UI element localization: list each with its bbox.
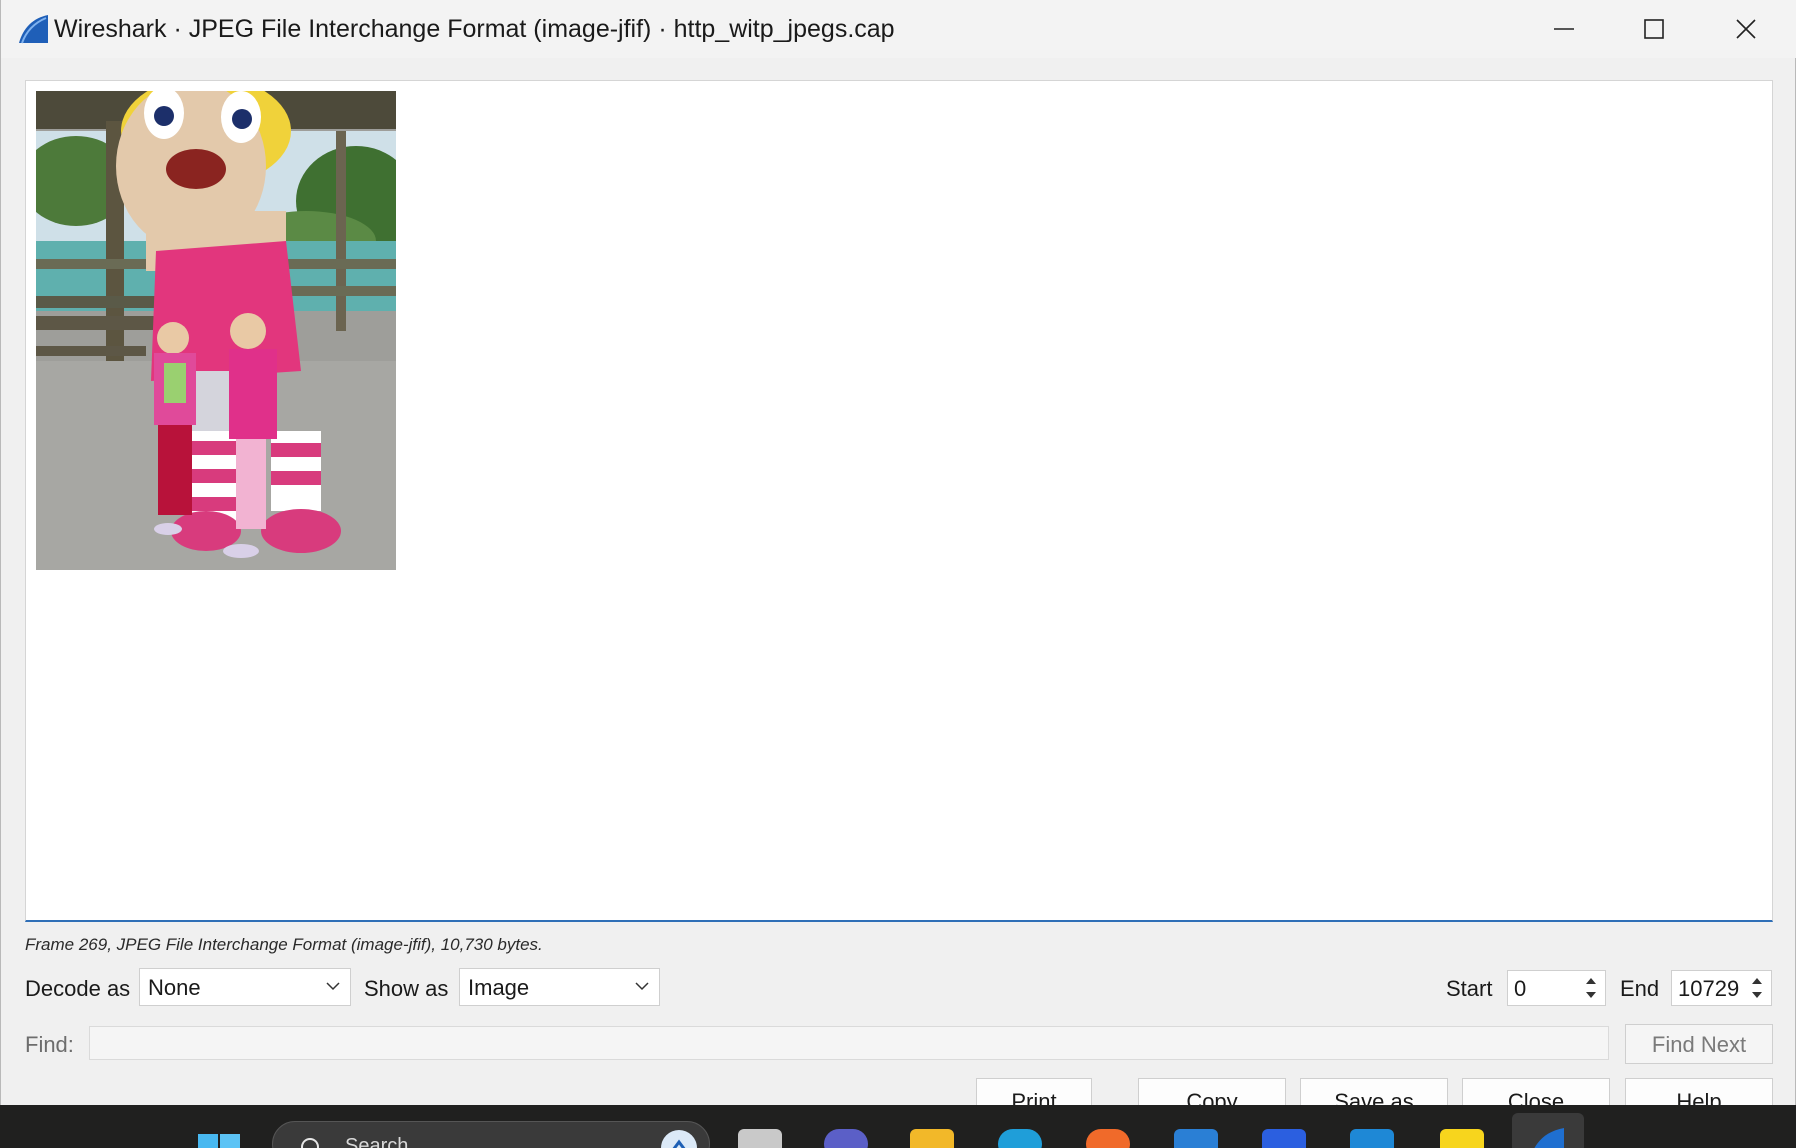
end-label: End (1620, 976, 1660, 1001)
content-viewer[interactable] (25, 80, 1773, 922)
minimize-button[interactable] (1519, 0, 1609, 58)
taskbar-search-text: Search (345, 1135, 409, 1148)
decode-as-label: Decode as (25, 976, 131, 1001)
copy-button[interactable]: Copy (1138, 1078, 1286, 1105)
store-icon[interactable] (1174, 1129, 1218, 1148)
file-explorer-icon[interactable] (910, 1129, 954, 1148)
end-spinbox[interactable]: 10729 (1671, 970, 1772, 1006)
window-title: Wireshark · JPEG File Interchange Format… (54, 15, 895, 43)
start-label: Start (1446, 976, 1493, 1001)
search-icon (301, 1138, 319, 1148)
frame-status: Frame 269, JPEG File Interchange Format … (25, 935, 543, 954)
show-as-select[interactable]: Image (459, 968, 660, 1006)
jpeg-image (36, 91, 396, 570)
windows-start-icon[interactable] (196, 1130, 244, 1148)
spin-arrows-icon[interactable] (1745, 973, 1769, 1003)
find-next-button[interactable]: Find Next (1625, 1024, 1773, 1064)
find-label: Find: (25, 1032, 74, 1057)
minimize-icon (1554, 28, 1574, 30)
decode-as-value: None (148, 975, 201, 1000)
firefox-icon[interactable] (1086, 1129, 1130, 1148)
close-button[interactable]: Close (1462, 1078, 1610, 1105)
dialog-button-row: Print Copy Save as Close Help (1, 1078, 1796, 1105)
decoded-image (36, 91, 396, 570)
save-as-button[interactable]: Save as (1300, 1078, 1448, 1105)
start-value: 0 (1514, 976, 1527, 1001)
maximize-icon (1644, 19, 1664, 39)
decode-as-select[interactable]: None (139, 968, 351, 1006)
find-input[interactable] (89, 1026, 1609, 1060)
wireshark-fin-icon (19, 15, 48, 44)
taskbar: Search (0, 1105, 1796, 1148)
close-window-button[interactable] (1701, 0, 1791, 58)
show-as-value: Image (468, 975, 530, 1000)
close-icon (1736, 19, 1756, 39)
sticky-notes-icon[interactable] (1440, 1129, 1484, 1148)
app-icon[interactable] (1262, 1129, 1306, 1148)
start-spinbox[interactable]: 0 (1507, 970, 1606, 1006)
taskbar-search[interactable]: Search (272, 1121, 710, 1148)
print-button[interactable]: Print (976, 1078, 1092, 1105)
maximize-button[interactable] (1609, 0, 1699, 58)
chevron-down-icon (635, 982, 649, 991)
title-bar[interactable]: Wireshark · JPEG File Interchange Format… (1, 0, 1796, 58)
end-value: 10729 (1678, 976, 1740, 1001)
task-view-icon[interactable] (738, 1129, 782, 1148)
chevron-down-icon (326, 982, 340, 991)
show-as-label: Show as (364, 976, 449, 1001)
search-highlight-icon (661, 1130, 697, 1148)
teams-icon[interactable] (824, 1129, 868, 1148)
wireshark-taskbar-button[interactable] (1512, 1113, 1584, 1148)
wireshark-window: Wireshark · JPEG File Interchange Format… (0, 0, 1796, 1105)
vscode-icon[interactable] (1350, 1129, 1394, 1148)
help-button[interactable]: Help (1625, 1078, 1773, 1105)
wireshark-icon (1534, 1128, 1564, 1148)
spin-arrows-icon[interactable] (1579, 973, 1603, 1003)
edge-icon[interactable] (998, 1129, 1042, 1148)
